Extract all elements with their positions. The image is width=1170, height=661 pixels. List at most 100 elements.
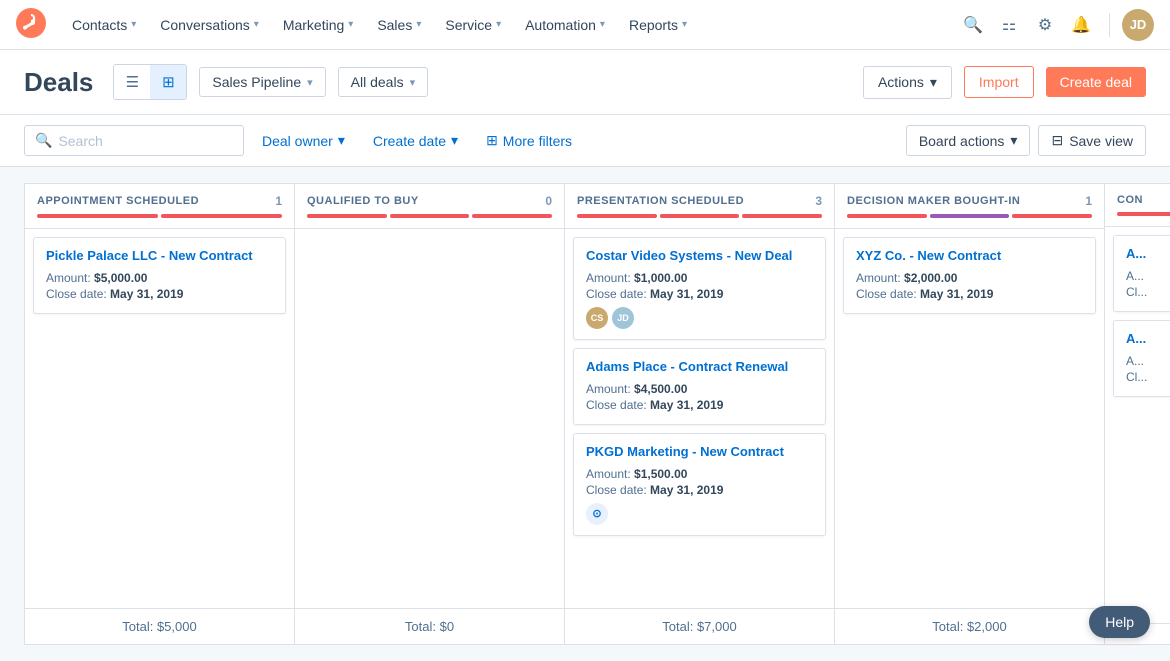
progress-bar bbox=[1012, 214, 1092, 218]
deal-title[interactable]: A... bbox=[1126, 331, 1170, 348]
deal-card-d3[interactable]: Adams Place - Contract RenewalAmount: $4… bbox=[573, 348, 826, 425]
deal-avatars-d4: ⊙ bbox=[586, 503, 813, 525]
chevron-down-icon: ▾ bbox=[682, 19, 687, 30]
board-view-btn[interactable]: ⊞ bbox=[150, 65, 186, 99]
deal-card-d5[interactable]: XYZ Co. - New Contract Amount: $2,000.00 C… bbox=[843, 237, 1096, 314]
progress-bar bbox=[847, 214, 927, 218]
progress-bar bbox=[577, 214, 657, 218]
actions-button[interactable]: Actions ▾ bbox=[863, 66, 952, 99]
deal-close-date-d1: Close date: May 31, 2019 bbox=[46, 287, 273, 301]
deal-avatar: ⊙ bbox=[586, 503, 608, 525]
nav-conversations[interactable]: Conversations ▾ bbox=[150, 9, 269, 41]
chevron-down-icon: ▾ bbox=[496, 19, 501, 30]
kanban-col-appointment-scheduled: APPOINTMENT SCHEDULED1 Pickle Palace LLC … bbox=[24, 183, 294, 645]
deal-amount-d4: Amount: $1,500.00 bbox=[586, 467, 813, 481]
nav-marketing[interactable]: Marketing ▾ bbox=[273, 9, 364, 41]
save-view-button[interactable]: ⊟ Save view bbox=[1038, 125, 1146, 156]
deal-close-date: Cl... bbox=[1126, 285, 1170, 299]
chevron-down-icon: ▾ bbox=[348, 19, 353, 30]
deal-title-d1[interactable]: Pickle Palace LLC - New Contract bbox=[46, 248, 273, 265]
more-filters-btn[interactable]: ⊞ More filters bbox=[476, 126, 582, 155]
search-box[interactable]: 🔍 bbox=[24, 125, 244, 156]
col-bars-presentation-scheduled bbox=[577, 214, 822, 218]
col-bars-qualified-to-buy bbox=[307, 214, 552, 218]
deal-title-d4[interactable]: PKGD Marketing - New Contract bbox=[586, 444, 813, 461]
nav-sales[interactable]: Sales ▾ bbox=[367, 9, 431, 41]
nav-contacts[interactable]: Contacts ▾ bbox=[62, 9, 146, 41]
col-title-decision-maker-bought-in: DECISION MAKER BOUGHT-IN bbox=[847, 195, 1020, 207]
hubspot-logo[interactable] bbox=[16, 8, 46, 41]
deal-avatars-d2: CSJD bbox=[586, 307, 813, 329]
deal-close-date-d2: Close date: May 31, 2019 bbox=[586, 287, 813, 301]
progress-bar bbox=[1117, 212, 1170, 216]
page-header: Deals ☰ ⊞ Sales Pipeline ▾ All deals ▾ A… bbox=[0, 50, 1170, 115]
board-actions-button[interactable]: Board actions ▾ bbox=[906, 125, 1031, 156]
notifications-icon-btn[interactable]: 🔔 bbox=[1065, 9, 1097, 41]
deal-title-d3[interactable]: Adams Place - Contract Renewal bbox=[586, 359, 813, 376]
deal-title-d2[interactable]: Costar Video Systems - New Deal bbox=[586, 248, 813, 265]
filter-dropdown[interactable]: All deals ▾ bbox=[338, 67, 428, 97]
col-header-appointment-scheduled: APPOINTMENT SCHEDULED1 bbox=[25, 184, 294, 229]
deal-amount-d5: Amount: $2,000.00 bbox=[856, 271, 1083, 285]
chevron-down-icon: ▾ bbox=[930, 74, 937, 91]
deal-card-d2[interactable]: Costar Video Systems - New DealAmount: $… bbox=[573, 237, 826, 340]
search-input[interactable] bbox=[58, 133, 233, 149]
create-deal-button[interactable]: Create deal bbox=[1046, 67, 1146, 97]
col-title-appointment-scheduled: APPOINTMENT SCHEDULED bbox=[37, 195, 199, 207]
col-body-presentation-scheduled: Costar Video Systems - New Deal Amount: $… bbox=[565, 229, 834, 608]
kanban-col-qualified-to-buy: QUALIFIED TO BUY0Total: $0 bbox=[294, 183, 564, 645]
col-header-decision-maker-bought-in: DECISION MAKER BOUGHT-IN 1 bbox=[835, 184, 1104, 229]
col-header-presentation-scheduled: PRESENTATION SCHEDULED 3 bbox=[565, 184, 834, 229]
deal-amount: A... bbox=[1126, 354, 1170, 368]
import-button[interactable]: Import bbox=[964, 66, 1034, 98]
chevron-down-icon: ▾ bbox=[254, 19, 259, 30]
col-bars-appointment-scheduled bbox=[37, 214, 282, 218]
nav-icons: 🔍 ⚏ ⚙ 🔔 JD bbox=[957, 9, 1154, 41]
chevron-down-icon: ▾ bbox=[600, 19, 605, 30]
list-view-btn[interactable]: ☰ bbox=[114, 65, 150, 99]
deal-close-date-d4: Close date: May 31, 2019 bbox=[586, 483, 813, 497]
deal-card-partial[interactable]: A... A... Cl... bbox=[1113, 320, 1170, 397]
progress-bar bbox=[390, 214, 470, 218]
deal-avatar: JD bbox=[612, 307, 634, 329]
chevron-down-icon: ▾ bbox=[451, 132, 458, 149]
filter-icon: ⊞ bbox=[486, 132, 498, 149]
deal-close-date-d5: Close date: May 31, 2019 bbox=[856, 287, 1083, 301]
nav-divider bbox=[1109, 13, 1110, 37]
col-count-decision-maker-bought-in: 1 bbox=[1085, 194, 1092, 208]
col-count-presentation-scheduled: 3 bbox=[815, 194, 822, 208]
deal-title[interactable]: A... bbox=[1126, 246, 1170, 263]
progress-bar bbox=[660, 214, 740, 218]
col-footer-qualified-to-buy: Total: $0 bbox=[295, 608, 564, 644]
marketplace-icon-btn[interactable]: ⚏ bbox=[993, 9, 1025, 41]
col-body-qualified-to-buy bbox=[295, 229, 564, 608]
settings-icon-btn[interactable]: ⚙ bbox=[1029, 9, 1061, 41]
col-title-presentation-scheduled: PRESENTATION SCHEDULED bbox=[577, 195, 744, 207]
pipeline-dropdown[interactable]: Sales Pipeline ▾ bbox=[199, 67, 325, 97]
help-button[interactable]: Help bbox=[1089, 606, 1150, 638]
kanban-col-col-partial: CON A... A... Cl... A... A... Cl... bbox=[1104, 183, 1170, 645]
user-avatar[interactable]: JD bbox=[1122, 9, 1154, 41]
create-date-filter[interactable]: Create date ▾ bbox=[363, 126, 468, 155]
kanban-col-presentation-scheduled: PRESENTATION SCHEDULED 3 Costar Video Syst… bbox=[564, 183, 834, 645]
chevron-down-icon: ▾ bbox=[1010, 132, 1017, 149]
deal-card-d4[interactable]: PKGD Marketing - New Contract Amount: $1,… bbox=[573, 433, 826, 536]
deal-close-date-d3: Close date: May 31, 2019 bbox=[586, 398, 813, 412]
chevron-down-icon: ▾ bbox=[338, 132, 345, 149]
nav-reports[interactable]: Reports ▾ bbox=[619, 9, 697, 41]
progress-bar bbox=[37, 214, 158, 218]
deal-amount-d1: Amount: $5,000.00 bbox=[46, 271, 273, 285]
view-toggle: ☰ ⊞ bbox=[113, 64, 187, 100]
search-icon-btn[interactable]: 🔍 bbox=[957, 9, 989, 41]
deal-card-d1[interactable]: Pickle Palace LLC - New Contract Amount: … bbox=[33, 237, 286, 314]
col-bars-col-partial bbox=[1117, 212, 1170, 216]
deal-avatar: CS bbox=[586, 307, 608, 329]
nav-automation[interactable]: Automation ▾ bbox=[515, 9, 615, 41]
deal-title-d5[interactable]: XYZ Co. - New Contract bbox=[856, 248, 1083, 265]
page-title: Deals bbox=[24, 67, 93, 98]
search-icon: 🔍 bbox=[35, 132, 52, 149]
deal-owner-filter[interactable]: Deal owner ▾ bbox=[252, 126, 355, 155]
deal-card-partial[interactable]: A... A... Cl... bbox=[1113, 235, 1170, 312]
nav-service[interactable]: Service ▾ bbox=[435, 9, 511, 41]
col-body-col-partial: A... A... Cl... A... A... Cl... bbox=[1105, 227, 1170, 623]
